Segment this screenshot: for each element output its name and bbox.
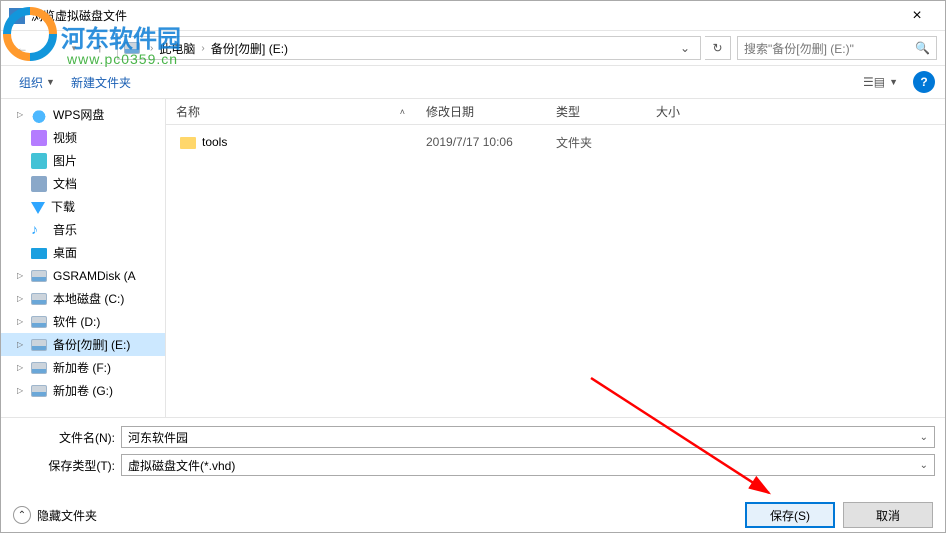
sidebar-item-label: 软件 (D:) — [53, 313, 100, 330]
drive-icon — [31, 293, 47, 305]
sort-asc-icon: ˄ — [400, 107, 405, 117]
sidebar-item[interactable]: 图片 — [1, 149, 165, 172]
drive-icon — [31, 362, 47, 374]
window-title: 浏览虚拟磁盘文件 — [31, 7, 897, 24]
close-button[interactable]: × — [897, 7, 937, 25]
column-name[interactable]: 名称 ˄ — [166, 103, 416, 120]
breadcrumb-drive[interactable]: 备份[勿删] (E:) — [209, 40, 290, 57]
sidebar-item-label: 桌面 — [53, 244, 77, 261]
drive-icon — [31, 316, 47, 328]
column-name-label: 名称 — [176, 103, 200, 120]
nav-up-button[interactable]: ↑ — [88, 36, 112, 60]
filename-label: 文件名(N): — [11, 429, 121, 446]
drive-icon — [31, 385, 47, 397]
sidebar-item-label: 音乐 — [53, 221, 77, 238]
doc-icon — [31, 176, 47, 192]
cloud-icon — [31, 107, 47, 123]
sidebar-item-label: 备份[勿删] (E:) — [53, 336, 130, 353]
address-bar[interactable]: › 此电脑 › 备份[勿删] (E:) ⌄ — [117, 36, 701, 60]
nav-recent-dropdown[interactable]: ▾ — [62, 36, 86, 60]
savetype-label: 保存类型(T): — [11, 457, 121, 474]
save-button[interactable]: 保存(S) — [745, 502, 835, 528]
sidebar-item[interactable]: 软件 (D:) — [1, 310, 165, 333]
pic-icon — [31, 153, 47, 169]
savetype-select[interactable]: 虚拟磁盘文件(*.vhd) ⌄ — [121, 454, 935, 476]
navigation-row: ← → ▾ ↑ › 此电脑 › 备份[勿删] (E:) ⌄ ↻ 搜索"备份[勿删… — [1, 31, 945, 65]
titlebar: 浏览虚拟磁盘文件 × — [1, 1, 945, 31]
sidebar-item-label: 图片 — [53, 152, 77, 169]
file-date: 2019/7/17 10:06 — [416, 135, 546, 149]
sidebar-item[interactable]: ♪ 音乐 — [1, 218, 165, 241]
file-type: 文件夹 — [546, 134, 646, 151]
hide-folders-link[interactable]: 隐藏文件夹 — [37, 507, 97, 524]
sidebar-item[interactable]: 新加卷 (F:) — [1, 356, 165, 379]
chevron-right-icon: › — [146, 43, 157, 54]
app-icon — [9, 8, 25, 24]
column-type[interactable]: 类型 — [546, 103, 646, 120]
sidebar-item[interactable]: 桌面 — [1, 241, 165, 264]
search-input[interactable]: 搜索"备份[勿删] (E:)" 🔍 — [737, 36, 937, 60]
chevron-down-icon: ▼ — [889, 77, 898, 87]
nav-back-button[interactable]: ← — [10, 36, 34, 60]
breadcrumb-pc[interactable]: 此电脑 — [157, 40, 197, 57]
sidebar-item-label: 新加卷 (F:) — [53, 359, 111, 376]
sidebar-item[interactable]: 备份[勿删] (E:) — [1, 333, 165, 356]
footer: ⌃ 隐藏文件夹 保存(S) 取消 — [1, 486, 945, 538]
file-row[interactable]: tools 2019/7/17 10:06文件夹 — [166, 131, 945, 153]
sidebar-item[interactable]: 下载 — [1, 195, 165, 218]
chevron-right-icon: › — [197, 43, 208, 54]
sidebar-item-label: 文档 — [53, 175, 77, 192]
sidebar-item-label: GSRAMDisk (A — [53, 269, 136, 283]
sidebar-item-label: 本地磁盘 (C:) — [53, 290, 124, 307]
expand-toggle-icon[interactable]: ⌃ — [13, 506, 31, 524]
column-headers: 名称 ˄ 修改日期 类型 大小 — [166, 99, 945, 125]
address-dropdown-icon[interactable]: ⌄ — [676, 41, 694, 55]
refresh-button[interactable]: ↻ — [705, 36, 731, 60]
search-icon[interactable]: 🔍 — [915, 41, 930, 55]
drive-icon — [31, 270, 47, 282]
toolbar: 组织 ▼ 新建文件夹 ☰▤ ▼ ? — [1, 65, 945, 99]
sidebar-item[interactable]: GSRAMDisk (A — [1, 264, 165, 287]
music-icon: ♪ — [31, 222, 47, 238]
drive-icon — [124, 42, 140, 54]
bottom-form: 文件名(N): 河东软件园 ⌄ 保存类型(T): 虚拟磁盘文件(*.vhd) ⌄ — [1, 417, 945, 486]
sidebar-item-label: 新加卷 (G:) — [53, 382, 113, 399]
chevron-down-icon[interactable]: ⌄ — [920, 460, 928, 471]
help-button[interactable]: ? — [913, 71, 935, 93]
desk-icon — [31, 248, 47, 259]
view-icon: ☰▤ — [863, 75, 885, 89]
new-folder-button[interactable]: 新建文件夹 — [63, 70, 139, 95]
filename-value: 河东软件园 — [128, 429, 920, 446]
chevron-down-icon[interactable]: ⌄ — [920, 432, 928, 443]
column-size[interactable]: 大小 — [646, 103, 726, 120]
vid-icon — [31, 130, 47, 146]
sidebar-item[interactable]: 文档 — [1, 172, 165, 195]
sidebar-item[interactable]: 视频 — [1, 126, 165, 149]
drive-icon — [31, 339, 47, 351]
sidebar[interactable]: WPS网盘视频图片文档下载♪ 音乐桌面 GSRAMDisk (A 本地磁盘 (C:) 软… — [1, 99, 166, 417]
sidebar-item[interactable]: 新加卷 (G:) — [1, 379, 165, 402]
sidebar-item-label: 视频 — [53, 129, 77, 146]
organize-button[interactable]: 组织 ▼ — [11, 70, 63, 95]
sidebar-item-label: 下载 — [51, 198, 75, 215]
organize-label: 组织 — [19, 74, 43, 91]
main-area: WPS网盘视频图片文档下载♪ 音乐桌面 GSRAMDisk (A 本地磁盘 (C:) 软… — [1, 99, 945, 417]
dl-icon — [31, 202, 45, 214]
file-name: tools — [202, 135, 227, 149]
folder-icon — [180, 137, 196, 149]
chevron-down-icon: ▼ — [46, 77, 55, 87]
sidebar-item[interactable]: 本地磁盘 (C:) — [1, 287, 165, 310]
column-date[interactable]: 修改日期 — [416, 103, 546, 120]
file-list[interactable]: tools 2019/7/17 10:06文件夹 — [166, 125, 945, 417]
cancel-button[interactable]: 取消 — [843, 502, 933, 528]
sidebar-item[interactable]: WPS网盘 — [1, 103, 165, 126]
filename-input[interactable]: 河东软件园 ⌄ — [121, 426, 935, 448]
file-pane: 名称 ˄ 修改日期 类型 大小 tools 2019/7/17 10:06文件夹 — [166, 99, 945, 417]
new-folder-label: 新建文件夹 — [71, 74, 131, 91]
nav-forward-button: → — [36, 36, 60, 60]
savetype-value: 虚拟磁盘文件(*.vhd) — [128, 457, 920, 474]
view-options-button[interactable]: ☰▤ ▼ — [856, 71, 905, 93]
search-placeholder: 搜索"备份[勿删] (E:)" — [744, 40, 915, 57]
sidebar-item-label: WPS网盘 — [53, 106, 104, 123]
